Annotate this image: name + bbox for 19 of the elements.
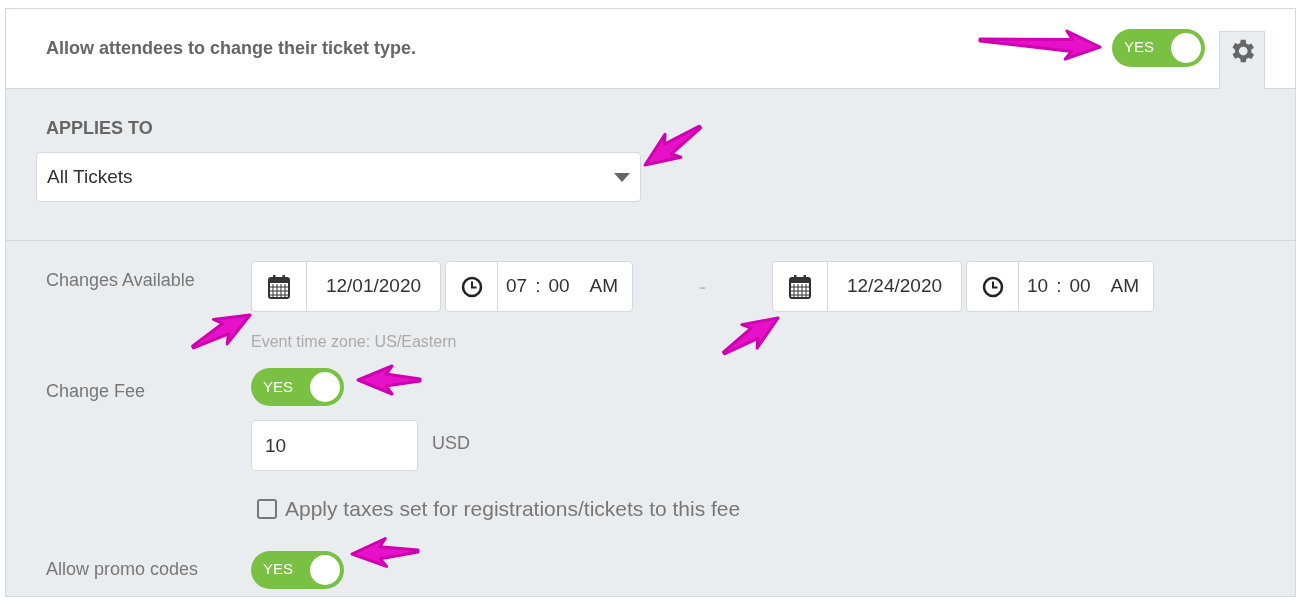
annotation-arrow: [350, 537, 420, 568]
field-label: Change Fee: [46, 381, 146, 401]
annotation-arrow: [191, 313, 252, 350]
annotation-arrow: [722, 316, 780, 356]
annotation-arrow: [643, 124, 703, 167]
applies-to-dropdown[interactable]: All Tickets: [36, 152, 641, 202]
timezone-note: Event time zone: US/Eastern: [251, 332, 457, 352]
range-dash: -: [697, 273, 708, 301]
fee-amount-field[interactable]: 10: [251, 420, 418, 471]
settings-tab[interactable]: [1219, 31, 1265, 89]
annotation-arrow: [356, 364, 422, 396]
section-title: Allow attendees to change their ticket type.: [46, 37, 417, 60]
caret-icon: [614, 172, 630, 182]
field-label: Allow promo codes: [46, 559, 199, 579]
field-label: Changes Available: [46, 270, 195, 290]
checkbox-label: Apply taxes set for registrations/tickets to this fee: [285, 496, 741, 522]
field-label: APPLIES TO: [46, 117, 154, 140]
currency-label: USD: [432, 432, 470, 455]
checkbox[interactable]: [257, 498, 277, 519]
